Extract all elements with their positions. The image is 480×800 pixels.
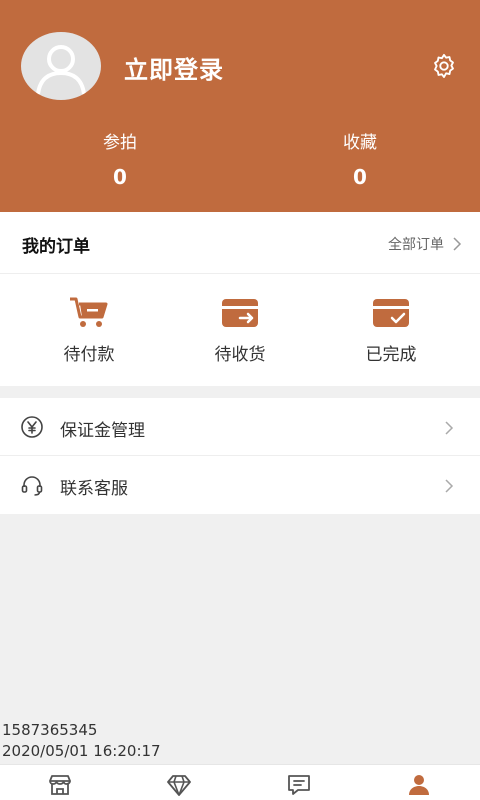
shop-icon (49, 775, 71, 795)
gear-icon[interactable] (430, 52, 458, 80)
stat-favorites-label: 收藏 (343, 133, 377, 153)
all-orders-label: 全部订单 (388, 237, 444, 253)
footer-id-text: 1587365345 (2, 721, 98, 739)
card-check-icon (373, 299, 409, 327)
stat-favorites[interactable]: 收藏 0 (300, 128, 420, 189)
profile-header: 立即登录 参拍 0 收藏 0 (0, 0, 480, 212)
message-icon (288, 775, 310, 795)
menu-list: 保证金管理 联系客服 (0, 398, 480, 514)
stat-bids-label: 参拍 (103, 133, 137, 153)
avatar-placeholder-icon (36, 45, 86, 95)
card-transfer-icon (222, 299, 258, 327)
all-orders-link[interactable]: 全部订单 (388, 234, 462, 254)
tab-auction[interactable] (166, 774, 192, 796)
menu-item-deposit-label: 保证金管理 (60, 421, 145, 441)
menu-item-support-label: 联系客服 (60, 479, 128, 499)
order-pending-receipt[interactable]: 待收货 (185, 296, 295, 365)
avatar[interactable] (21, 32, 101, 100)
orders-card: 我的订单 全部订单 待付款 待收货 已完成 (0, 212, 480, 386)
stat-bids-value: 0 (113, 165, 127, 189)
orders-header: 我的订单 全部订单 (0, 212, 480, 274)
stat-bids[interactable]: 参拍 0 (60, 128, 180, 189)
tab-shop[interactable] (47, 774, 73, 796)
cart-icon (70, 297, 108, 327)
headset-icon (21, 476, 43, 496)
order-completed-label: 已完成 (365, 345, 417, 365)
order-pending-payment[interactable]: 待付款 (34, 296, 144, 365)
tab-messages[interactable] (286, 774, 312, 796)
order-pending-payment-label: 待付款 (63, 345, 115, 365)
stat-favorites-value: 0 (353, 165, 367, 189)
diamond-icon (167, 775, 191, 796)
chevron-right-icon (445, 421, 454, 435)
yen-circle-icon (21, 416, 43, 438)
menu-item-deposit[interactable]: 保证金管理 (0, 398, 480, 456)
order-pending-receipt-label: 待收货 (214, 345, 266, 365)
bottom-tab-bar (0, 764, 480, 800)
chevron-right-icon (453, 237, 462, 251)
user-icon (409, 775, 429, 795)
menu-item-support[interactable]: 联系客服 (0, 456, 480, 514)
footer-timestamp: 2020/05/01 16:20:17 (2, 742, 161, 760)
login-link[interactable]: 立即登录 (124, 50, 224, 85)
orders-title: 我的订单 (22, 237, 90, 257)
chevron-right-icon (445, 479, 454, 493)
tab-profile[interactable] (406, 774, 432, 796)
order-completed[interactable]: 已完成 (336, 296, 446, 365)
